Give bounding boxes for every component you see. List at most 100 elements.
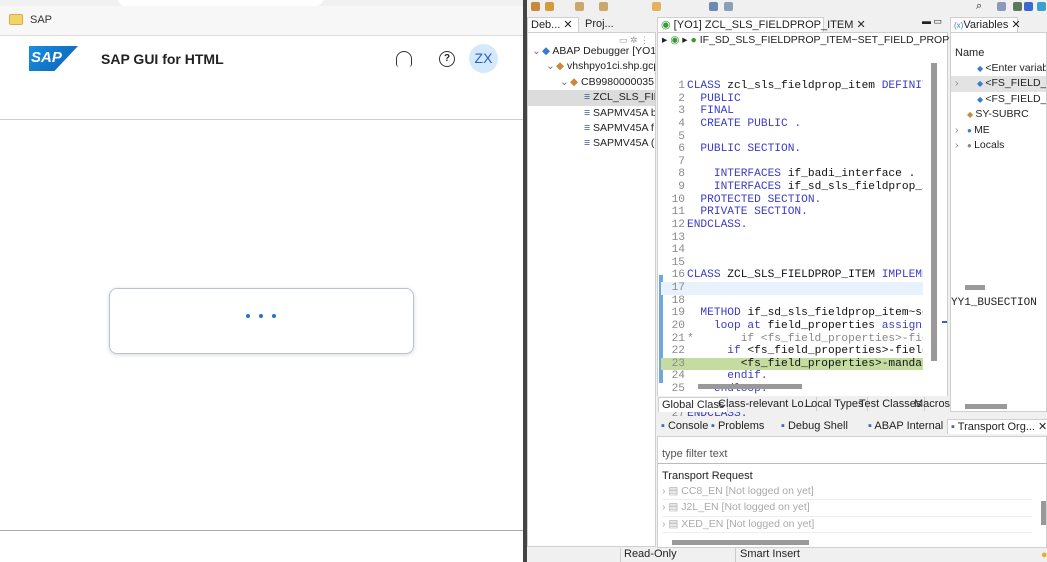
search-icon[interactable]: ⌕ bbox=[976, 0, 982, 13]
variable-row[interactable]: ◆ <Enter variable> bbox=[951, 61, 1046, 76]
editor-tab[interactable]: Macros bbox=[911, 397, 955, 411]
variable-row[interactable]: ›◆ <FS_FIELD_PRO bbox=[951, 76, 1046, 92]
loading-indicator bbox=[109, 288, 414, 354]
code-line[interactable]: 3 FINAL bbox=[661, 105, 923, 118]
console-tab[interactable]: ▪ Transport Org... ✕ bbox=[947, 419, 1047, 434]
tree-item[interactable]: ≡ SAPMV45A ( bbox=[528, 136, 655, 151]
sap-shell-header: SAP SAP GUI for HTML ? ZX bbox=[0, 37, 523, 120]
code-line[interactable]: 2 PUBLIC bbox=[661, 93, 923, 106]
code-editor[interactable]: 1CLASS zcl_sls_fieldprop_item DEFINITI2 … bbox=[661, 80, 923, 416]
close-icon[interactable]: ✕ bbox=[1035, 421, 1047, 433]
tree-item[interactable]: ≡ ZCL_SLS_FIELD bbox=[528, 90, 655, 106]
scrollbar[interactable] bbox=[965, 285, 985, 290]
variable-row[interactable]: › ● ME bbox=[951, 123, 1046, 138]
console-tab[interactable]: ▪ Debug Shell bbox=[778, 419, 851, 433]
code-line[interactable]: 16CLASS ZCL_SLS_FIELDPROP_ITEM IMPLEMEN bbox=[661, 269, 923, 282]
horizontal-scrollbar[interactable] bbox=[672, 540, 809, 545]
console-tab[interactable]: ▪ ABAP Internal ... bbox=[865, 419, 958, 433]
perspective-icon[interactable] bbox=[997, 2, 1006, 11]
toolbar-icon[interactable] bbox=[531, 2, 540, 11]
code-line[interactable]: 11 PRIVATE SECTION. bbox=[661, 206, 923, 219]
chevron-icon[interactable]: › bbox=[955, 123, 967, 138]
filter-input[interactable]: type filter text bbox=[662, 448, 727, 460]
back-icon[interactable] bbox=[652, 2, 661, 11]
breadcrumb-method[interactable]: IF_SD_SLS_FIELDPROP_ITEM~SET_FIELD_PROP bbox=[700, 34, 949, 46]
tree-item[interactable]: ⌄ ◆ CB9980000035 (H bbox=[528, 75, 655, 90]
code-line[interactable]: 10 PROTECTED SECTION. bbox=[661, 194, 923, 207]
perspective-icon[interactable] bbox=[1037, 2, 1046, 11]
code-token: assignin bbox=[881, 319, 923, 332]
scrollbar[interactable] bbox=[965, 404, 1007, 409]
tree-item[interactable]: ⌄ ◆ ABAP Debugger [YO1, 1 bbox=[528, 44, 655, 59]
code-line[interactable]: 15 bbox=[661, 257, 923, 270]
headset-icon[interactable] bbox=[396, 51, 412, 67]
scrollbar[interactable] bbox=[1041, 501, 1046, 525]
code-token: endif. bbox=[687, 370, 768, 383]
abap-perspective-icon[interactable] bbox=[1024, 2, 1033, 11]
code-line[interactable]: 17 bbox=[661, 282, 923, 295]
transport-item[interactable]: › ▤ J2L_EN [Not logged on yet] bbox=[662, 500, 1032, 517]
debug-perspective-icon[interactable] bbox=[1013, 2, 1022, 11]
chevron-icon[interactable]: ⌄ bbox=[560, 75, 570, 90]
code-token: if_sd_sls_fieldprop_it bbox=[787, 181, 923, 193]
step-over-icon[interactable] bbox=[599, 2, 608, 11]
tree-item[interactable]: ≡ SAPMV45A b bbox=[528, 106, 655, 121]
tab-label: [YO1] ZCL_SLS_FIELDPROP_ITEM bbox=[673, 19, 854, 31]
transport-item[interactable]: › ▤ XED_EN [Not logged on yet] bbox=[662, 517, 1032, 534]
bookmark-sap[interactable]: SAP bbox=[30, 14, 52, 26]
code-line[interactable]: 7 bbox=[661, 156, 923, 169]
toolbar-icon[interactable] bbox=[709, 2, 718, 11]
toolbar-icon[interactable] bbox=[724, 2, 733, 11]
variable-row[interactable]: ◆ <FS_FIELD_PRO bbox=[951, 92, 1046, 107]
horizontal-scrollbar[interactable] bbox=[698, 384, 802, 389]
tab-variables[interactable]: (x)Variables ✕ bbox=[950, 17, 1021, 33]
code-line[interactable]: 22 if <fs_field_properties>-field_ bbox=[661, 345, 923, 358]
variable-row[interactable]: ◆ SY-SUBRC bbox=[951, 107, 1046, 122]
code-line[interactable]: 8 INTERFACES if_badi_interface . bbox=[661, 168, 923, 181]
code-line[interactable]: 24 endif. bbox=[661, 370, 923, 383]
code-line[interactable]: 9 INTERFACES if_sd_sls_fieldprop_it bbox=[661, 181, 923, 194]
console-tab[interactable]: ▪ Problems bbox=[708, 419, 767, 433]
code-token: INTERFACES bbox=[687, 181, 788, 193]
code-line[interactable]: 21 * if <fs_field_properties>-fielc bbox=[661, 333, 923, 346]
lightbulb-icon[interactable]: ● bbox=[1041, 549, 1047, 561]
minimize-maximize[interactable]: ▬ ▭ bbox=[922, 16, 942, 27]
code-line[interactable]: 14 bbox=[661, 244, 923, 257]
transport-label: J2L_EN [Not logged on yet] bbox=[681, 501, 810, 514]
code-token: PUBLIC SECTION. bbox=[687, 143, 802, 156]
code-token: <fs_field_properties>-field_ bbox=[747, 345, 923, 358]
variable-name: SY-SUBRC bbox=[975, 108, 1029, 121]
line-number: 11 bbox=[671, 206, 685, 219]
code-line[interactable]: 20 loop at field_properties assignin bbox=[661, 320, 923, 333]
tree-item[interactable]: ≡ SAPMV45A f bbox=[528, 121, 655, 136]
line-number: 2 bbox=[678, 92, 685, 105]
variable-row[interactable]: › ● Locals bbox=[951, 138, 1046, 153]
chevron-icon[interactable]: ⌄ bbox=[532, 44, 542, 59]
code-line[interactable]: 6 PUBLIC SECTION. bbox=[661, 143, 923, 156]
chevron-icon[interactable]: › bbox=[955, 76, 967, 91]
code-line[interactable]: 4 CREATE PUBLIC . bbox=[661, 118, 923, 131]
chevron-icon[interactable]: ⌄ bbox=[546, 59, 556, 74]
tab-project[interactable]: Proj... bbox=[582, 17, 617, 31]
code-line[interactable]: 5 bbox=[661, 131, 923, 144]
code-line[interactable]: 1CLASS zcl_sls_fieldprop_item DEFINITI bbox=[661, 80, 923, 93]
code-line[interactable]: 12 ENDCLASS. bbox=[661, 219, 923, 232]
step-into-icon[interactable] bbox=[575, 2, 584, 11]
help-icon[interactable]: ? bbox=[439, 51, 455, 67]
code-line[interactable]: 13 bbox=[661, 232, 923, 245]
code-token: if bbox=[687, 345, 748, 358]
transport-item[interactable]: › ▤ CC8_EN [Not logged on yet] bbox=[662, 484, 1032, 501]
console-tab[interactable]: ▪ Console bbox=[658, 419, 711, 433]
loading-dot bbox=[272, 314, 276, 318]
code-line[interactable]: 23 <fs_field_properties>-mandato bbox=[661, 357, 923, 371]
vertical-scrollbar[interactable] bbox=[931, 63, 937, 361]
avatar[interactable]: ZX bbox=[469, 44, 498, 73]
chevron-icon[interactable]: › bbox=[955, 138, 967, 153]
toolbar-icon[interactable] bbox=[545, 2, 554, 11]
variable-icon: ● bbox=[967, 125, 975, 135]
code-line[interactable]: 18 bbox=[661, 295, 923, 308]
tab-debug[interactable]: Deb... ✕ bbox=[527, 17, 579, 32]
tab-editor[interactable]: ◉ [YO1] ZCL_SLS_FIELDPROP_ITEM ✕ bbox=[657, 17, 866, 32]
tree-item[interactable]: ⌄ ◆ vhshpyo1ci.shp.gcp5 bbox=[528, 59, 655, 74]
code-line[interactable]: 19 METHOD if_sd_sls_fieldprop_item~set bbox=[661, 307, 923, 320]
